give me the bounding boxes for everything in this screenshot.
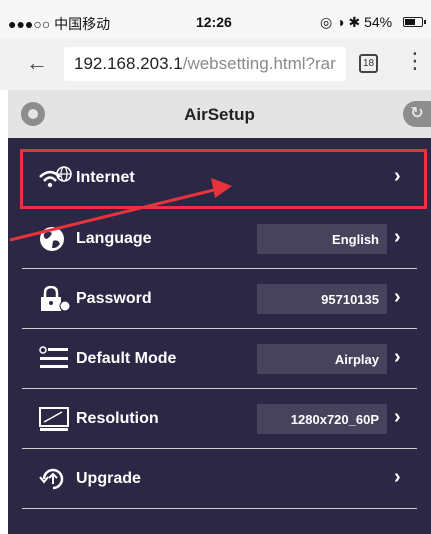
back-arrow-icon[interactable]: ←: [26, 50, 48, 76]
battery-icon: [403, 17, 426, 27]
return-icon[interactable]: ↻: [403, 101, 431, 127]
list-mode-icon: [39, 346, 68, 368]
settings-row-password[interactable]: Password 95710135 ›: [8, 269, 431, 329]
status-icons: ◎ ◑ ✱ 54%: [320, 14, 393, 30]
clock: 12:26: [196, 14, 232, 30]
settings-row-label: Upgrade: [76, 470, 141, 487]
chevron-right-icon: ›: [394, 466, 401, 488]
url-path: /websetting.html?rar: [182, 54, 336, 73]
chevron-right-icon: ›: [394, 346, 401, 368]
url-field[interactable]: 192.168.203.1/websetting.html?rar: [64, 47, 346, 81]
settings-row-label: Language: [76, 230, 152, 247]
url-host: 192.168.203.1: [74, 54, 183, 73]
lock-icon: [41, 286, 71, 312]
status-bar: ●●●○○ 中国移动 12:26 ◎ ◑ ✱ 54%: [0, 0, 431, 38]
settings-row-upgrade[interactable]: Upgrade ›: [8, 449, 431, 509]
annotation-highlight-box: [20, 149, 427, 209]
settings-row-value: 95710135: [257, 284, 387, 314]
chevron-right-icon: ›: [394, 226, 401, 248]
overflow-menu-icon[interactable]: ⋮: [404, 50, 426, 72]
settings-row-language[interactable]: Language English ›: [8, 209, 431, 269]
settings-row-value: English: [257, 224, 387, 254]
app-header: AirSetup ↻: [8, 90, 431, 138]
browser-toolbar: ← 192.168.203.1/websetting.html?rar 18 ⋮: [0, 38, 431, 90]
settings-row-label: Password: [76, 290, 152, 307]
chevron-right-icon: ›: [394, 286, 401, 308]
chevron-right-icon: ›: [394, 406, 401, 428]
divider: [22, 508, 417, 509]
settings-row-label: Default Mode: [76, 350, 177, 367]
settings-row-value: 1280x720_60P: [257, 404, 387, 434]
tab-switcher-button[interactable]: 18: [359, 54, 378, 73]
settings-row-default-mode[interactable]: Default Mode Airplay ›: [8, 329, 431, 389]
settings-list: Internet › Language English › Password 9…: [8, 138, 431, 534]
carrier-label: ●●●○○ 中国移动: [8, 16, 111, 32]
globe-icon: [40, 227, 64, 251]
page-title: AirSetup: [184, 105, 255, 124]
settings-row-value: Airplay: [257, 344, 387, 374]
settings-row-label: Resolution: [76, 410, 159, 427]
upgrade-icon: [39, 468, 64, 490]
settings-row-resolution[interactable]: Resolution 1280x720_60P ›: [8, 389, 431, 449]
monitor-icon: [39, 407, 69, 431]
